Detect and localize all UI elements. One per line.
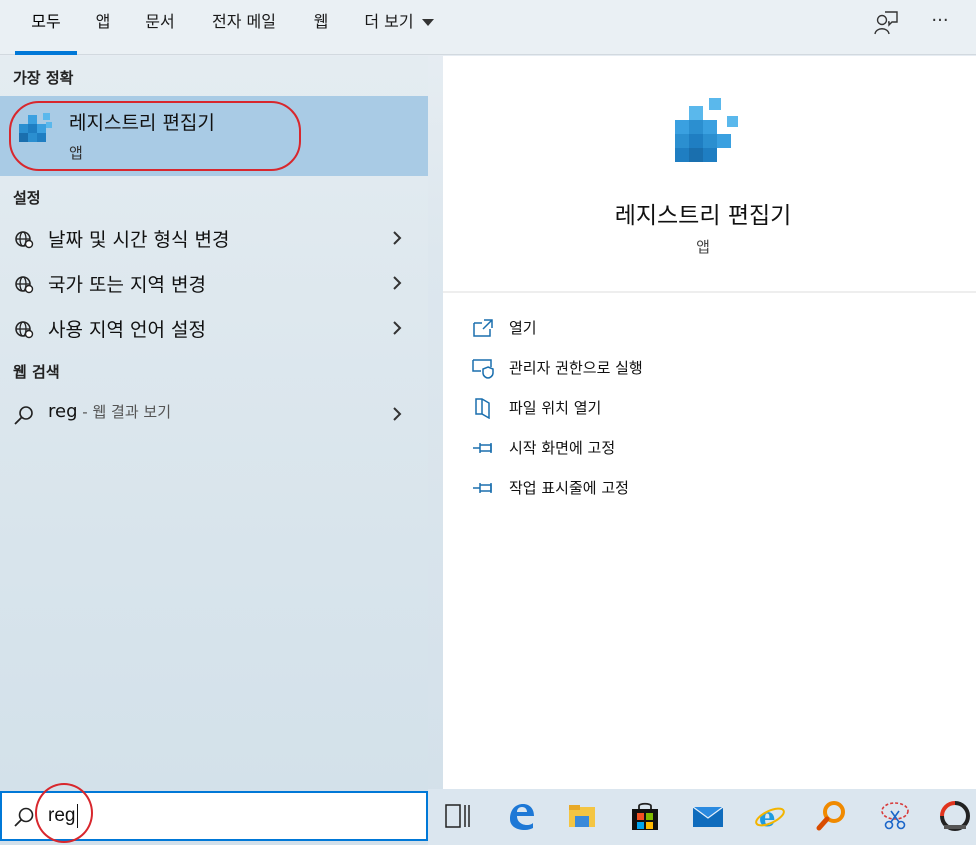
open-icon [473,319,493,337]
search-icon [14,807,34,827]
search-filter-tabs: 모두 앱 문서 전자 메일 웹 더 보기 ··· [0,0,976,55]
app-icon[interactable] [938,799,972,833]
tab-more[interactable]: 더 보기 [358,0,440,55]
chevron-right-icon [393,407,402,421]
web-search-header: 웹 검색 [13,363,60,381]
settings-item-label: 날짜 및 시간 형식 변경 [48,229,230,251]
web-search-item[interactable]: reg - 웹 결과 보기 [0,392,428,436]
tab-apps-label: 앱 [95,12,111,31]
chevron-down-icon [421,19,434,26]
snipping-tool-icon[interactable] [878,799,912,833]
internet-explorer-icon[interactable]: e [753,799,787,833]
tab-documents-label: 문서 [145,12,175,31]
taskbar: e [428,789,976,845]
web-search-suffix: - 웹 결과 보기 [77,403,172,421]
store-icon[interactable] [628,799,662,833]
tab-more-label: 더 보기 [364,12,414,31]
best-match-subtitle: 앱 [69,144,83,162]
more-options-icon[interactable]: ··· [925,6,955,36]
tab-web[interactable]: 웹 [307,0,335,55]
pin-icon [473,443,492,453]
mail-icon[interactable] [691,799,725,833]
chevron-right-icon [393,321,402,335]
tab-email[interactable]: 전자 메일 [205,0,283,55]
admin-shield-icon [472,359,494,379]
chevron-right-icon [393,276,402,290]
edge-icon[interactable] [504,799,538,833]
preview-pane: 레지스트리 편집기 앱 열기 관리자 권한으로 실행 파일 위치 열기 시작 화… [443,56,976,789]
best-match-header: 가장 정확 [13,69,74,87]
globe-settings-icon [15,321,34,339]
tab-all[interactable]: 모두 [15,0,77,55]
tab-all-label: 모두 [31,12,61,31]
preview-app-title: 레지스트리 편집기 [614,203,792,229]
tab-apps[interactable]: 앱 [88,0,118,55]
action-label: 작업 표시줄에 고정 [509,479,629,497]
best-match-item[interactable]: 레지스트리 편집기 앱 [0,96,428,176]
pin-icon [473,483,492,493]
settings-item-label: 사용 지역 언어 설정 [48,319,206,341]
best-match-title: 레지스트리 편집기 [69,112,215,134]
annotation-ring [35,783,93,843]
tab-documents[interactable]: 문서 [140,0,180,55]
settings-item-language[interactable]: 사용 지역 언어 설정 [0,306,428,350]
action-label: 파일 위치 열기 [509,399,602,417]
globe-settings-icon [15,276,34,294]
web-search-query: reg [48,401,78,422]
settings-item-country-region[interactable]: 국가 또는 지역 변경 [0,261,428,305]
more-options-label: ··· [931,10,949,31]
results-list: 가장 정확 레지스트리 편집기 앱 설정 날짜 및 시간 형식 변경 국가 또는… [0,56,428,789]
task-view-icon[interactable] [441,799,475,833]
settings-item-date-time[interactable]: 날짜 및 시간 형식 변경 [0,216,428,260]
action-label: 관리자 권한으로 실행 [509,359,643,377]
registry-editor-icon [675,98,738,162]
search-icon [14,406,33,425]
chevron-right-icon [393,231,402,245]
action-label: 열기 [509,319,537,337]
globe-settings-icon [15,231,34,249]
tab-email-label: 전자 메일 [212,12,276,31]
registry-editor-icon [19,113,52,142]
preview-app-subtitle: 앱 [696,238,710,256]
search-app-icon[interactable] [815,799,849,833]
divider [443,291,976,293]
file-explorer-icon[interactable] [565,799,599,833]
file-location-icon [475,398,490,419]
svg-text:e: e [759,803,776,833]
settings-header: 설정 [13,189,41,207]
settings-item-label: 국가 또는 지역 변경 [48,274,206,296]
tab-web-label: 웹 [313,12,329,31]
web-search-label: reg - 웹 결과 보기 [48,401,171,422]
feedback-icon[interactable] [871,8,901,38]
action-label: 시작 화면에 고정 [509,439,616,457]
